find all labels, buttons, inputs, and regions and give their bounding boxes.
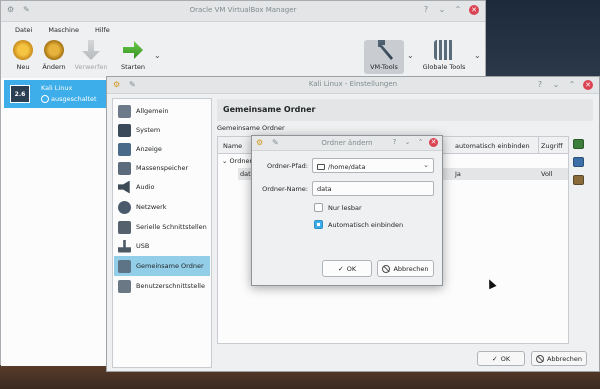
automount-checkbox[interactable]	[314, 220, 323, 229]
automount-label: Automatisch einbinden	[328, 221, 404, 229]
page-title: Gemeinsame Ordner	[217, 99, 593, 121]
close-icon[interactable]: ✕	[583, 80, 593, 90]
vm-tools-button[interactable]: VM-Tools	[364, 40, 404, 74]
discard-arrow-icon	[82, 40, 100, 60]
general-icon	[118, 104, 131, 118]
menubar: Datei Maschine Hilfe	[1, 22, 485, 37]
new-icon	[13, 40, 33, 60]
column-automount[interactable]: automatisch einbinden	[455, 142, 530, 150]
folder-icon	[317, 164, 325, 170]
nav-anzeige[interactable]: Anzeige	[114, 139, 210, 159]
discard-button[interactable]: Verwerfen	[73, 40, 109, 71]
nav-netzwerk[interactable]: Netzwerk	[114, 197, 210, 217]
settings-ok-button[interactable]: ✓ OK	[477, 351, 525, 366]
nav-massenspeicher[interactable]: Massenspeicher	[114, 158, 210, 178]
maximize-icon[interactable]: ⌃	[453, 5, 463, 15]
power-off-icon	[41, 95, 49, 103]
dialog-titlebar: ⚙ ✎ Ordner ändern ? ⌄ ⌃ ✕	[252, 136, 442, 151]
folder-path-select[interactable]: /home/data ⌄	[312, 158, 434, 173]
readonly-checkbox[interactable]	[314, 203, 323, 212]
os-icon: 2.6	[10, 85, 30, 103]
serial-port-icon	[118, 220, 131, 234]
edit-folder-dialog: ⚙ ✎ Ordner ändern ? ⌄ ⌃ ✕ Ordner-Pfad: /…	[251, 135, 443, 286]
global-tools-dropdown-icon[interactable]: ⌄	[474, 51, 481, 60]
settings-cancel-button[interactable]: Abbrechen	[531, 351, 587, 366]
settings-titlebar: ⚙ ✎ Kali Linux - Einstellungen ? ⌄ ⌃ ✕	[107, 77, 599, 94]
table-group-row[interactable]: ⌄ Ordner	[222, 157, 252, 165]
settings-nav: Allgemein System Anzeige Massenspeicher …	[112, 98, 212, 368]
readonly-label: Nur lesbar	[328, 204, 362, 212]
change-button[interactable]: Ändern	[36, 40, 72, 71]
manager-titlebar: ⚙ ✎ Oracle VM VirtualBox Manager ? ⌄ ⌃ ✕	[1, 1, 485, 22]
gear-icon	[44, 40, 64, 60]
help-icon[interactable]: ?	[390, 138, 399, 147]
start-button[interactable]: Starten	[115, 40, 151, 71]
check-icon: ✓	[491, 354, 498, 363]
folder-name-field[interactable]: data	[312, 181, 434, 196]
hammer-icon	[378, 40, 393, 60]
minimize-icon[interactable]: ⌄	[437, 5, 447, 15]
close-icon[interactable]: ✕	[469, 5, 479, 15]
cancel-icon	[535, 354, 544, 363]
nav-audio[interactable]: Audio	[114, 177, 210, 197]
user-interface-icon	[118, 279, 131, 293]
menu-maschine[interactable]: Maschine	[48, 26, 79, 34]
check-icon: ✓	[337, 264, 344, 273]
minimize-icon[interactable]: ⌄	[551, 80, 561, 90]
menu-datei[interactable]: Datei	[15, 26, 32, 34]
path-label: Ordner-Pfad:	[266, 162, 308, 170]
speaker-icon	[118, 180, 130, 194]
help-icon[interactable]: ?	[535, 80, 545, 90]
cancel-icon	[382, 264, 391, 273]
vm-tools-dropdown-icon[interactable]: ⌄	[407, 51, 414, 60]
nav-usb[interactable]: USB	[114, 236, 210, 256]
row-access: Voll	[541, 170, 553, 178]
storage-icon	[118, 161, 131, 175]
start-arrow-icon	[123, 41, 143, 59]
maximize-icon[interactable]: ⌃	[416, 138, 425, 147]
edit-folder-icon[interactable]	[573, 157, 584, 167]
chevron-down-icon: ⌄	[423, 161, 429, 169]
vm-state: ausgeschaltet	[51, 95, 97, 103]
collapse-icon[interactable]: ⌄	[222, 157, 227, 165]
name-label: Ordner-Name:	[262, 185, 308, 193]
column-access[interactable]: Zugriff	[541, 142, 563, 150]
menu-hilfe[interactable]: Hilfe	[95, 26, 110, 34]
maximize-icon[interactable]: ⌃	[567, 80, 577, 90]
usb-icon	[118, 239, 131, 253]
row-automount: Ja	[455, 170, 461, 178]
dialog-cancel-button[interactable]: Abbrechen	[377, 260, 434, 277]
folder-actions	[573, 139, 587, 193]
minimize-icon[interactable]: ⌄	[403, 138, 412, 147]
nav-allgemein[interactable]: Allgemein	[114, 101, 210, 121]
manager-title: Oracle VM VirtualBox Manager	[189, 6, 297, 14]
system-chip-icon	[118, 123, 131, 137]
shared-folder-icon	[118, 259, 131, 273]
nav-serielle-schnittstellen[interactable]: Serielle Schnittstellen	[114, 217, 210, 237]
vm-list: 2.6 Kali Linux ausgeschaltet	[1, 78, 107, 366]
close-icon[interactable]: ✕	[429, 138, 438, 147]
vm-list-item[interactable]: 2.6 Kali Linux ausgeschaltet	[4, 80, 106, 108]
help-icon[interactable]: ?	[421, 5, 431, 15]
display-icon	[118, 142, 131, 156]
network-icon	[118, 200, 131, 214]
start-dropdown-icon[interactable]: ⌄	[154, 51, 161, 60]
add-folder-icon[interactable]	[573, 139, 584, 149]
main-toolbar: Neu Ändern Verwerfen Starten ⌄ VM-Tools …	[1, 37, 485, 77]
global-tools-button[interactable]: Globale Tools	[419, 40, 469, 71]
nav-gemeinsame-ordner[interactable]: Gemeinsame Ordner	[114, 256, 210, 276]
folder-path-value: /home/data	[328, 163, 366, 171]
remove-folder-icon[interactable]	[573, 175, 584, 185]
dialog-ok-button[interactable]: ✓ OK	[322, 260, 372, 277]
section-label: Gemeinsame Ordner	[217, 124, 285, 132]
settings-title: Kali Linux - Einstellungen	[308, 80, 398, 88]
global-tools-icon	[434, 40, 454, 60]
nav-benutzerschnittstelle[interactable]: Benutzerschnittstelle	[114, 276, 210, 296]
nav-system[interactable]: System	[114, 120, 210, 140]
vm-name: Kali Linux	[41, 84, 73, 92]
column-name[interactable]: Name	[223, 142, 242, 150]
